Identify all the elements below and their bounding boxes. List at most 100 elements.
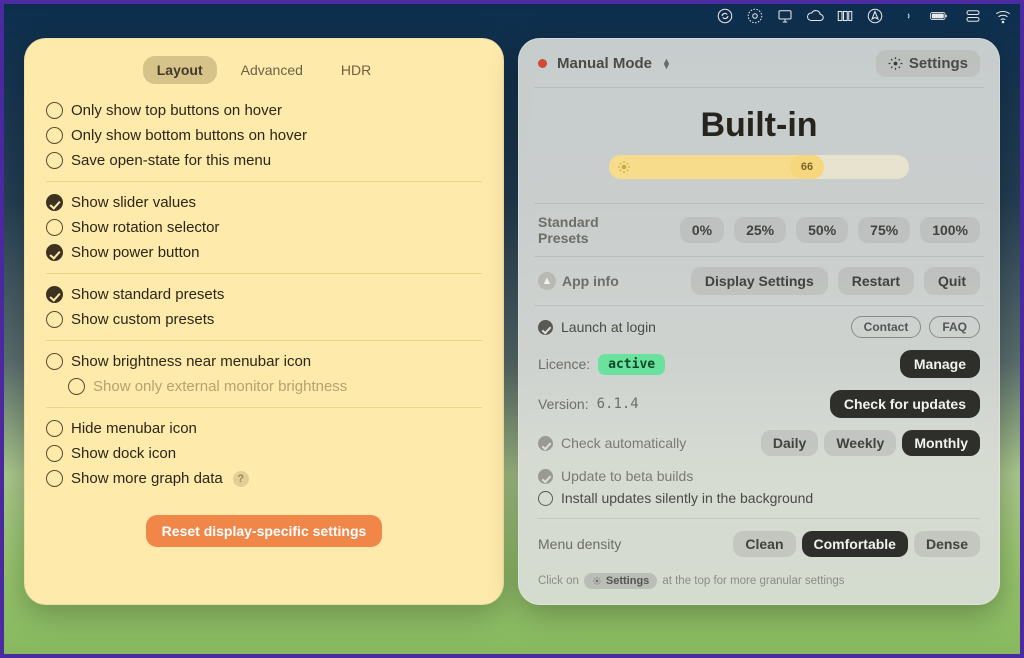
option-label: Show dock icon [71,445,176,462]
display-icon[interactable] [776,7,794,25]
checkbox-on-icon [46,286,63,303]
standard-presets: 0% 25% 50% 75% 100% [680,217,980,243]
help-icon[interactable]: ? [233,471,249,487]
menu-density-label: Menu density [538,536,621,552]
app-info-toggle[interactable]: ▲ App info [538,272,619,290]
launch-at-login-toggle[interactable]: Launch at login [538,319,656,335]
contact-link[interactable]: Contact [851,316,922,338]
option-label: Show brightness near menubar icon [71,353,311,370]
option-toggle[interactable]: Show standard presets [46,282,482,307]
option-label: Show standard presets [71,286,224,303]
checkbox-off-icon [46,445,63,462]
silent-updates-toggle[interactable]: Install updates silently in the backgrou… [538,490,980,506]
wifi-icon[interactable] [994,7,1012,25]
checkbox-off-icon [46,311,63,328]
option-label: Only show top buttons on hover [71,102,282,119]
updates-icon[interactable] [716,7,734,25]
option-toggle[interactable]: Show power button [46,240,482,265]
preset-button[interactable]: 50% [796,217,848,243]
checkbox-on-icon [46,194,63,211]
density-option[interactable]: Comfortable [802,531,908,557]
disks-icon[interactable] [836,7,854,25]
menu-density-segment: Clean ComfortableDense [733,531,980,557]
checkbox-off-icon [46,353,63,370]
option-toggle[interactable]: Show rotation selector [46,215,482,240]
brightness-slider[interactable]: 66 [609,155,909,179]
licence-status: active [598,354,665,375]
option-label: Show custom presets [71,311,214,328]
brightness-value[interactable]: 66 [790,155,824,179]
option-label: Save open-state for this menu [71,152,271,169]
mode-selector[interactable]: Manual Mode ▲▼ [538,55,671,72]
gear-icon [592,576,602,586]
check-automatically-toggle[interactable]: Check automatically [538,435,686,451]
reset-display-settings-button[interactable]: Reset display-specific settings [146,515,383,547]
option-toggle[interactable]: Show custom presets [46,307,482,332]
option-toggle[interactable]: Show brightness near menubar icon [46,349,482,374]
display-name: Built-in [534,106,984,145]
checkbox-on-icon [538,436,553,451]
option-toggle[interactable]: Hide menubar icon [46,416,482,441]
checkbox-on-icon [538,469,553,484]
preferences-icon[interactable] [746,7,764,25]
option-label: Show more graph data [71,470,223,487]
macos-menubar [716,4,1012,28]
option-label: Show power button [71,244,199,261]
launch-at-login-label: Launch at login [561,319,656,335]
option-toggle[interactable]: Show dock icon [46,441,482,466]
interval-option[interactable]: Monthly [902,430,980,456]
settings-hint-chip: Settings [584,573,657,589]
settings-button[interactable]: Settings [876,50,980,77]
option-label: Show slider values [71,194,196,211]
manage-licence-button[interactable]: Manage [900,350,980,378]
checkbox-off-icon [68,378,85,395]
preset-button[interactable]: 100% [920,217,980,243]
option-toggle[interactable]: Show only external monitor brightness [68,374,482,399]
option-label: Show only external monitor brightness [93,378,347,395]
control-center-icon[interactable] [964,7,982,25]
option-label: Show rotation selector [71,219,219,236]
preset-button[interactable]: 25% [734,217,786,243]
checkbox-off-icon [46,127,63,144]
settings-hint: Click on Settings at the top for more gr… [538,573,980,589]
version-label: Version: [538,396,589,412]
check-updates-button[interactable]: Check for updates [830,390,980,418]
chevron-up-icon: ▲ [538,272,556,290]
layout-settings-panel: Layout Advanced HDR Only show top button… [24,38,504,605]
option-toggle[interactable]: Show more graph data? [46,466,482,491]
checkbox-on-icon [538,320,553,335]
update-interval-segment: DailyWeeklyMonthly [761,430,980,456]
option-toggle[interactable]: Show slider values [46,190,482,215]
volume-icon[interactable] [896,7,914,25]
density-option[interactable]: Dense [914,531,980,557]
checkbox-on-icon [46,244,63,261]
interval-option[interactable]: Daily [761,430,818,456]
restart-button[interactable]: Restart [838,267,914,295]
density-option[interactable]: Clean [733,531,795,557]
display-settings-button[interactable]: Display Settings [691,267,828,295]
settings-tabs: Layout Advanced HDR [46,56,482,84]
option-toggle[interactable]: Only show top buttons on hover [46,98,482,123]
location-icon[interactable] [866,7,884,25]
gear-icon [888,56,903,71]
option-toggle[interactable]: Save open-state for this menu [46,148,482,173]
option-toggle[interactable]: Only show bottom buttons on hover [46,123,482,148]
cloud-icon[interactable] [806,7,824,25]
battery-icon[interactable] [926,7,952,25]
chevron-up-down-icon: ▲▼ [662,59,671,69]
checkbox-off-icon [46,102,63,119]
brightness-icon [617,160,631,174]
mode-label: Manual Mode [557,55,652,72]
tab-hdr[interactable]: HDR [327,56,385,84]
preset-button[interactable]: 0% [680,217,724,243]
interval-option[interactable]: Weekly [824,430,896,456]
preset-button[interactable]: 75% [858,217,910,243]
recording-indicator-icon [538,59,547,68]
checkbox-off-icon [538,491,553,506]
beta-builds-toggle[interactable]: Update to beta builds [538,468,980,484]
checkbox-off-icon [46,420,63,437]
tab-layout[interactable]: Layout [143,56,217,84]
faq-link[interactable]: FAQ [929,316,980,338]
tab-advanced[interactable]: Advanced [227,56,317,84]
quit-button[interactable]: Quit [924,267,980,295]
